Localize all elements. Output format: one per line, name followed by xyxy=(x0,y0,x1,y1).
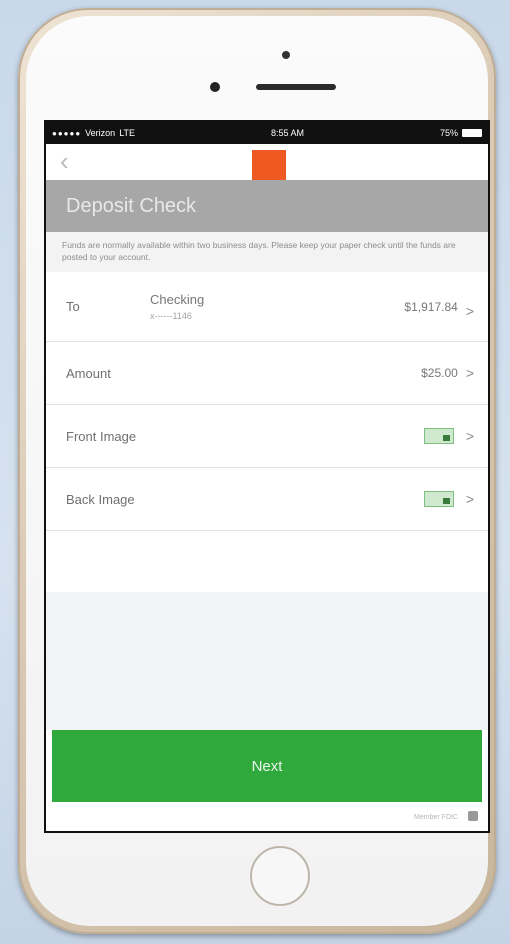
front-camera xyxy=(282,51,290,59)
fdic-text: Member FDIC xyxy=(414,814,458,821)
next-button-label: Next xyxy=(251,757,283,775)
front-image-row[interactable]: Front Image > xyxy=(46,405,488,468)
chevron-right-icon: > xyxy=(465,365,474,381)
page-title-bar: Deposit Check xyxy=(46,180,488,232)
chevron-left-icon[interactable]: ‹ xyxy=(60,148,69,174)
amount-row[interactable]: Amount $25.00 > xyxy=(46,342,488,405)
home-button[interactable] xyxy=(250,846,310,906)
network-type: LTE xyxy=(119,128,136,138)
deposit-notice: Funds are normally available within two … xyxy=(46,232,488,272)
empty-area xyxy=(46,592,488,730)
page-title: Deposit Check xyxy=(66,194,197,217)
check-image-icon xyxy=(423,491,454,507)
to-account-row[interactable]: To Checking x------1146 $1,917.84 > xyxy=(46,272,488,342)
to-label: To xyxy=(66,299,80,314)
phone-screen: ●●●●● Verizon LTE 8:55 AM 75% ‹ Deposit … xyxy=(44,120,490,833)
signal-strength: ●●●●● xyxy=(52,128,82,138)
back-image-row[interactable]: Back Image > xyxy=(46,468,488,531)
back-image-label: Back Image xyxy=(66,491,135,507)
account-name: Checking xyxy=(150,292,205,307)
carrier-name: Verizon xyxy=(85,128,116,138)
earpiece-speaker xyxy=(256,84,336,90)
bank-logo xyxy=(252,150,286,180)
footer: Member FDIC xyxy=(46,802,488,831)
amount-value: $25.00 xyxy=(421,366,458,380)
account-number: x------1146 xyxy=(150,311,192,321)
status-bar: ●●●●● Verizon LTE 8:55 AM 75% xyxy=(46,122,488,144)
amount-label: Amount xyxy=(66,365,111,381)
account-balance: $1,917.84 xyxy=(404,299,458,314)
chevron-right-icon: > xyxy=(465,491,474,507)
proximity-sensor xyxy=(210,82,220,92)
front-image-label: Front Image xyxy=(66,428,137,444)
battery-icon xyxy=(462,129,482,137)
status-time: 8:55 AM xyxy=(271,128,305,138)
chevron-right-icon: > xyxy=(465,428,474,444)
battery-percent: 75% xyxy=(439,128,458,138)
lock-icon xyxy=(468,811,478,821)
check-image-icon xyxy=(423,428,454,444)
next-button[interactable]: Next xyxy=(52,730,482,802)
chevron-right-icon: > xyxy=(465,302,474,319)
nav-bar: ‹ xyxy=(46,144,488,180)
